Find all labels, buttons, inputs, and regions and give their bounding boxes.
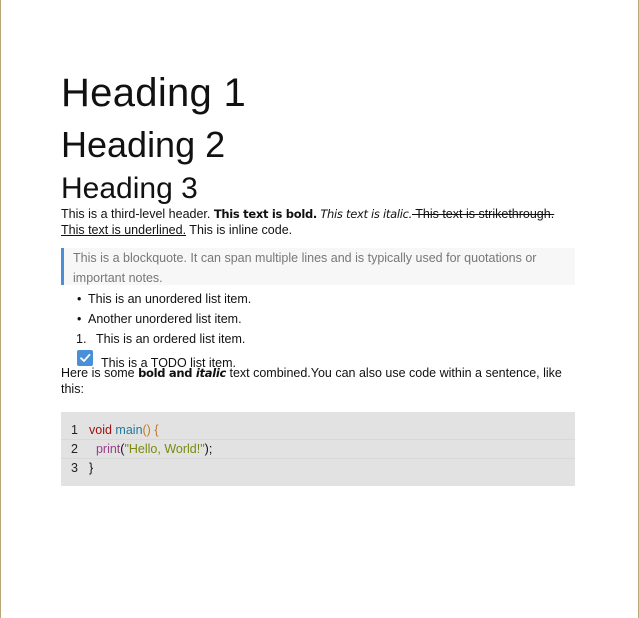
code-line: 1 void main() {: [61, 421, 575, 440]
code-punctuation: }: [89, 461, 94, 475]
function-name: main: [115, 423, 143, 437]
code-punctuation: () {: [142, 423, 159, 437]
todo-item: This is a TODO list item.: [61, 350, 575, 372]
heading-3: Heading 3: [61, 172, 198, 205]
line-number: 2: [71, 442, 78, 456]
heading-1: Heading 1: [61, 71, 247, 115]
string-literal: "Hello, World!": [124, 442, 205, 456]
line-number: 1: [71, 423, 78, 437]
inline-code-text: This is inline code.: [186, 223, 293, 237]
italic-text: This text is italic.: [316, 207, 412, 221]
list-item: • Another unordered list item.: [61, 309, 575, 329]
heading-2: Heading 2: [61, 124, 226, 165]
ordered-list-item: 1. This is an ordered list item.: [61, 329, 575, 349]
code-line: 3 }: [61, 459, 575, 478]
code-line: 2 print("Hello, World!");: [61, 440, 575, 459]
todo-text: This is a TODO list item.: [101, 356, 236, 370]
strikethrough-text: This text is strikethrough.: [412, 207, 555, 221]
function-call: print: [95, 442, 121, 456]
checkbox-checked-icon[interactable]: [77, 350, 93, 366]
bold-text: This text is bold.: [213, 207, 317, 221]
keyword: void: [89, 423, 112, 437]
document: Heading 1 Heading 2 Heading 3 This is a …: [61, 70, 575, 486]
underlined-text: This text is underlined.: [61, 223, 187, 237]
list-number: 1.: [76, 332, 87, 346]
list-item: • This is an unordered list item.: [61, 289, 575, 309]
blockquote: This is a blockquote. It can span multip…: [61, 248, 575, 285]
bullet-icon: •: [77, 292, 82, 306]
line-number: 3: [71, 461, 78, 475]
code-block: 1 void main() { 2 print("Hello, World!")…: [61, 412, 575, 486]
unordered-list: • This is an unordered list item. • Anothe…: [61, 289, 575, 349]
plain-text: This is a third-level header.: [61, 207, 214, 221]
code-punctuation: );: [204, 442, 213, 456]
bullet-icon: •: [77, 312, 82, 326]
formatting-paragraph: This is a third-level header. This text …: [61, 206, 575, 238]
